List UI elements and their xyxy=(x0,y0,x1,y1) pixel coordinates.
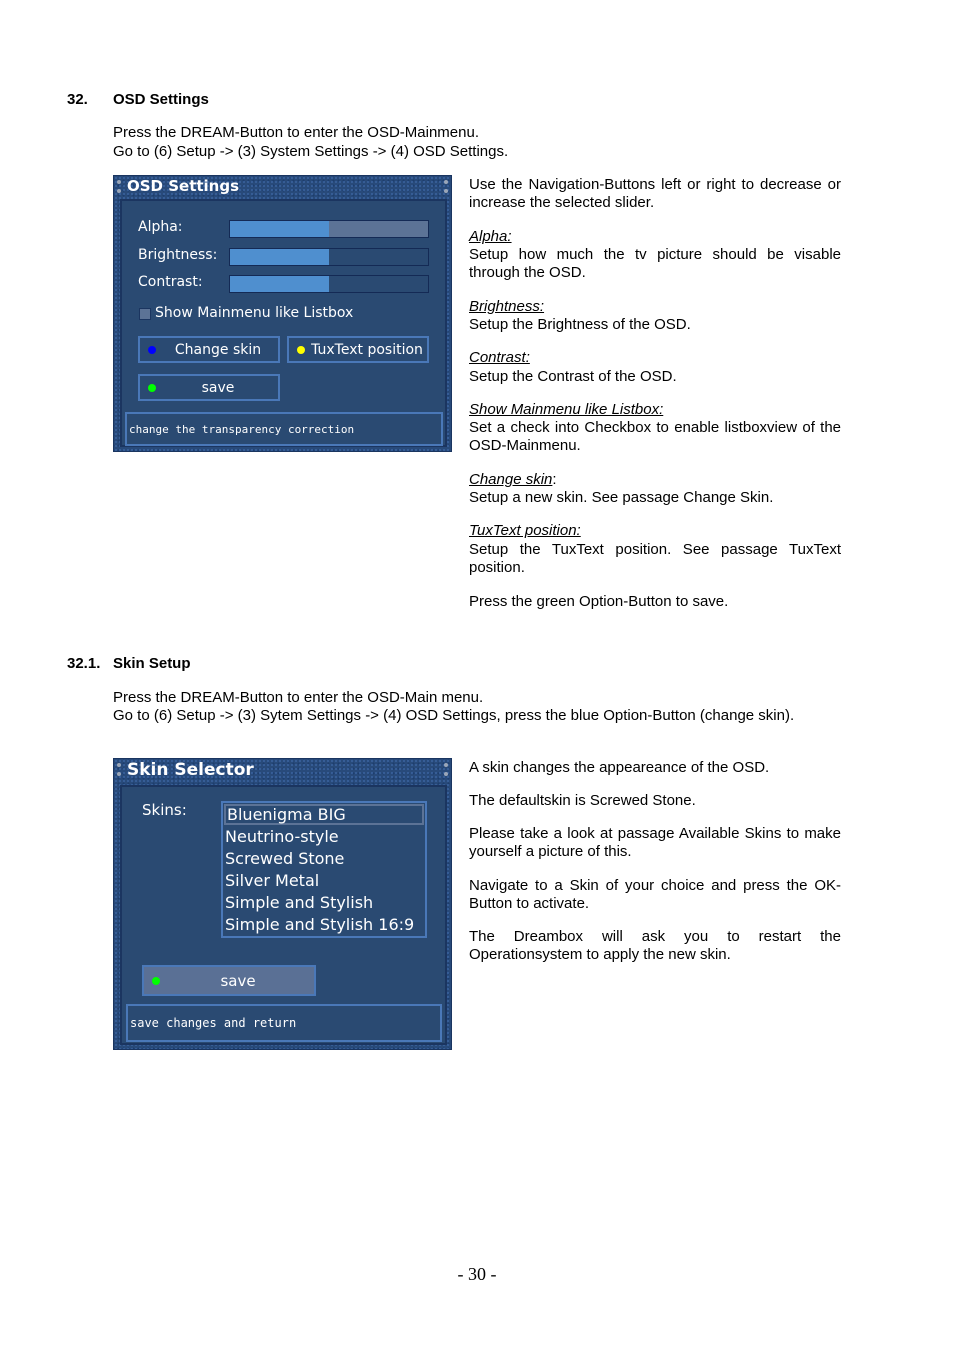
skin-item[interactable]: Neutrino-style xyxy=(224,826,424,847)
status-text: change the transparency correction xyxy=(129,423,355,436)
contrast-slider[interactable] xyxy=(229,275,429,293)
skins-label: Skins: xyxy=(142,801,187,819)
screw-icon xyxy=(444,772,448,776)
desc-contrast: Setup the Contrast of the OSD. xyxy=(469,368,677,385)
term-tuxtext: TuxText position: xyxy=(469,522,581,539)
alpha-slider[interactable] xyxy=(229,220,429,238)
window-body: Skins: Bluenigma BIG Neutrino-style Scre… xyxy=(120,785,447,1045)
skin-desc: Please take a look at passage Available … xyxy=(469,825,841,860)
section-title: OSD Settings xyxy=(113,91,209,108)
term-listbox: Show Mainmenu like Listbox: xyxy=(469,401,664,418)
description-outro: Press the green Option-Button to save. xyxy=(469,593,729,610)
checkbox-label: Show Mainmenu like Listbox xyxy=(155,305,354,321)
skin-desc: A skin changes the appeareance of the OS… xyxy=(469,759,770,776)
yellow-dot-icon xyxy=(297,345,305,354)
section-title: Skin Setup xyxy=(113,655,191,672)
skin-item[interactable]: Simple and Stylish 16:9 xyxy=(224,914,424,935)
screw-icon xyxy=(117,180,121,184)
intro-line: Press the DREAM-Button to enter the OSD-… xyxy=(113,689,484,706)
save-button[interactable]: save xyxy=(142,965,316,996)
green-dot-icon xyxy=(148,383,156,392)
term-brightness: Brightness: xyxy=(469,298,545,315)
listbox-checkbox[interactable] xyxy=(139,308,151,320)
skins-listbox[interactable]: Bluenigma BIG Neutrino-style Screwed Sto… xyxy=(221,801,427,938)
term-change-skin: Change skin: xyxy=(469,471,557,488)
change-skin-button[interactable]: Change skin xyxy=(138,336,280,363)
term-alpha: Alpha: xyxy=(469,228,512,245)
screw-icon xyxy=(444,763,448,767)
status-bar: change the transparency correction xyxy=(125,412,443,446)
description-intro: Use the Navigation-Buttons left or right… xyxy=(469,176,841,211)
skin-item[interactable]: Silver Metal xyxy=(224,870,424,891)
brightness-slider[interactable] xyxy=(229,248,429,266)
skin-desc: Navigate to a Skin of your choice and pr… xyxy=(469,877,841,912)
status-bar: save changes and return xyxy=(126,1004,442,1042)
window-title: OSD Settings xyxy=(127,177,240,195)
contrast-label: Contrast: xyxy=(138,274,203,290)
desc-change-skin: Setup a new skin. See passage Change Ski… xyxy=(469,489,774,506)
intro-line: Go to (6) Setup -> (3) Sytem Settings ->… xyxy=(113,707,795,724)
skin-desc: The defaultskin is Screwed Stone. xyxy=(469,792,696,809)
skin-desc: The Dreambox will ask you to restart the… xyxy=(469,928,841,963)
osd-settings-window: OSD Settings Alpha: Brightness: Contrast… xyxy=(113,175,452,452)
green-dot-icon xyxy=(152,976,160,985)
button-label: save xyxy=(201,379,235,396)
status-text: save changes and return xyxy=(130,1016,297,1030)
screw-icon xyxy=(117,763,121,767)
desc-alpha: Setup how much the tv picture should be … xyxy=(469,246,841,281)
skin-item[interactable]: Screwed Stone xyxy=(224,848,424,869)
desc-listbox: Set a check into Checkbox to enable list… xyxy=(469,419,841,454)
screw-icon xyxy=(117,772,121,776)
skin-selector-window: Skin Selector Skins: Bluenigma BIG Neutr… xyxy=(113,758,452,1050)
save-button[interactable]: save xyxy=(138,374,280,401)
slider-fill xyxy=(230,249,329,265)
brightness-label: Brightness: xyxy=(138,247,218,263)
screw-icon xyxy=(444,180,448,184)
window-title: Skin Selector xyxy=(127,760,254,780)
term-contrast: Contrast: xyxy=(469,349,530,366)
slider-fill xyxy=(230,276,329,292)
slider-fill xyxy=(230,221,329,237)
window-body: Alpha: Brightness: Contrast: Show Mainme… xyxy=(120,199,447,447)
tuxtext-position-button[interactable]: TuxText position xyxy=(287,336,429,363)
section-number: 32.1. xyxy=(67,655,101,672)
skin-item[interactable]: Simple and Stylish xyxy=(224,892,424,913)
section-number: 32. xyxy=(67,91,88,108)
button-label: save xyxy=(220,971,256,990)
intro-line: Press the DREAM-Button to enter the OSD-… xyxy=(113,124,479,141)
blue-dot-icon xyxy=(148,345,156,354)
desc-tuxtext: Setup the TuxText position. See passage … xyxy=(469,541,841,576)
intro-line: Go to (6) Setup -> (3) System Settings -… xyxy=(113,143,509,160)
desc-brightness: Setup the Brightness of the OSD. xyxy=(469,316,691,333)
button-label: TuxText position xyxy=(311,341,423,358)
screw-icon xyxy=(117,189,121,193)
button-label: Change skin xyxy=(174,341,262,358)
alpha-label: Alpha: xyxy=(138,219,183,235)
skin-item[interactable]: Bluenigma BIG xyxy=(224,804,424,825)
screw-icon xyxy=(444,189,448,193)
page-number: - 30 - xyxy=(457,1264,497,1284)
